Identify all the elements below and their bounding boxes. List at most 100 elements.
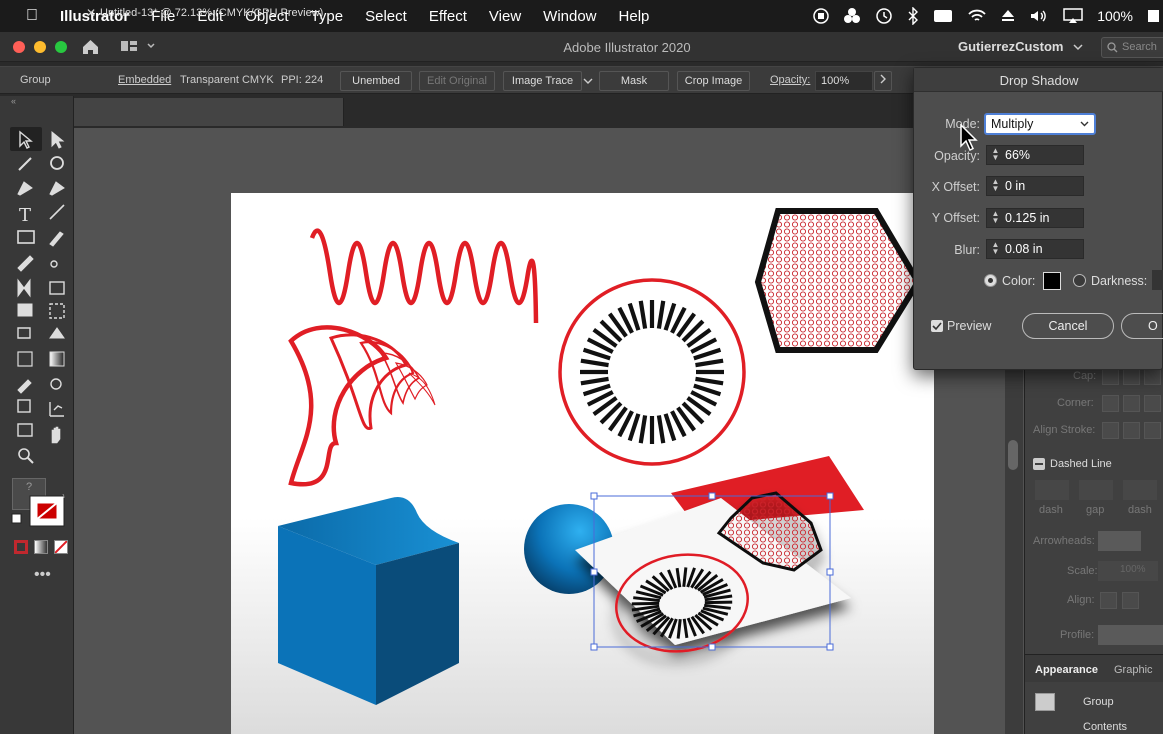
gap-field-1[interactable] bbox=[1079, 480, 1113, 500]
document-tab-bar bbox=[74, 98, 344, 126]
menu-window[interactable]: Window bbox=[543, 8, 596, 25]
tick-mark bbox=[627, 302, 641, 331]
x-offset-field[interactable]: ▲ ▼ 0 in bbox=[986, 176, 1084, 196]
width-tool-icon bbox=[17, 303, 33, 317]
y-offset-stepper-icon[interactable]: ▲ ▼ bbox=[991, 210, 1000, 225]
ok-button[interactable]: O bbox=[1121, 313, 1163, 339]
align-stroke-label: Align Stroke: bbox=[1033, 424, 1096, 436]
opacity-field[interactable]: ▲ ▼ 66% bbox=[986, 145, 1084, 165]
image-trace-chevron-icon[interactable] bbox=[583, 78, 593, 85]
close-tab-icon[interactable]: ✕ bbox=[86, 6, 96, 20]
preview-checkbox[interactable] bbox=[931, 320, 943, 332]
menu-select[interactable]: Select bbox=[365, 8, 407, 25]
chevron-down-icon bbox=[1073, 44, 1083, 51]
edit-original-button[interactable]: Edit Original bbox=[419, 71, 495, 91]
blur-field[interactable]: ▲ ▼ 0.08 in bbox=[986, 239, 1084, 259]
color-radio-label: Color: bbox=[1002, 274, 1036, 288]
tick-mark bbox=[693, 347, 722, 361]
wifi-icon[interactable] bbox=[967, 8, 987, 24]
apple-icon[interactable]:  bbox=[26, 7, 38, 25]
time-machine-icon[interactable] bbox=[875, 7, 893, 25]
shadow-color-swatch[interactable] bbox=[1043, 272, 1061, 290]
bluetooth-icon[interactable] bbox=[907, 7, 919, 25]
target-shape bbox=[558, 278, 746, 466]
menu-effect[interactable]: Effect bbox=[429, 8, 467, 25]
appearance-item-contents[interactable]: Contents bbox=[1083, 721, 1127, 733]
volume-icon[interactable] bbox=[1029, 8, 1049, 24]
x-offset-stepper-icon[interactable]: ▲ ▼ bbox=[991, 178, 1000, 193]
mask-button[interactable]: Mask bbox=[599, 71, 669, 91]
document-tab[interactable]: Untitled-13* @ 72.13% (CMYK/GPU Preview) bbox=[100, 7, 323, 19]
image-trace-button[interactable]: Image Trace bbox=[503, 71, 582, 91]
dashed-line-checkbox[interactable] bbox=[1033, 458, 1045, 470]
tick-mark bbox=[663, 413, 677, 442]
align-inside-button[interactable] bbox=[1123, 422, 1140, 439]
fan-icon[interactable] bbox=[843, 7, 861, 25]
tab-graphic-styles[interactable]: Graphic bbox=[1114, 664, 1153, 676]
align-center-button[interactable] bbox=[1102, 422, 1119, 439]
airplay-icon[interactable] bbox=[1063, 8, 1083, 24]
record-icon[interactable] bbox=[813, 8, 829, 24]
artwork bbox=[278, 208, 922, 705]
tab-appearance[interactable]: Appearance bbox=[1035, 664, 1098, 676]
tick-mark bbox=[627, 413, 641, 442]
crop-image-button[interactable]: Crop Image bbox=[677, 71, 750, 91]
dash-field-1[interactable] bbox=[1035, 480, 1069, 500]
battery-icon[interactable] bbox=[1147, 9, 1159, 23]
opacity-field[interactable]: 100% bbox=[815, 71, 873, 91]
keyboard-icon[interactable] bbox=[933, 8, 953, 24]
tick-mark bbox=[663, 302, 677, 331]
opacity-expand-button[interactable] bbox=[874, 71, 892, 91]
round-cap-button[interactable] bbox=[1123, 368, 1140, 385]
mode-select[interactable]: Multiply bbox=[984, 113, 1096, 135]
y-offset-field[interactable]: ▲ ▼ 0.125 in bbox=[986, 208, 1084, 228]
opacity-label[interactable]: Opacity: bbox=[770, 74, 810, 86]
reflect-tool-icon bbox=[17, 278, 31, 298]
darkness-field[interactable] bbox=[1152, 270, 1163, 290]
dash-field-2[interactable] bbox=[1123, 480, 1157, 500]
menu-view[interactable]: View bbox=[489, 8, 521, 25]
butt-cap-button[interactable] bbox=[1102, 368, 1119, 385]
panel-scrollbar-thumb[interactable] bbox=[1008, 440, 1018, 470]
cancel-button[interactable]: Cancel bbox=[1022, 313, 1114, 339]
embedded-link[interactable]: Embedded bbox=[118, 74, 171, 86]
search-field[interactable]: Search bbox=[1101, 37, 1163, 58]
search-icon bbox=[1107, 42, 1118, 53]
mode-select-value: Multiply bbox=[991, 117, 1034, 131]
artboard[interactable] bbox=[231, 193, 934, 734]
tick-mark bbox=[693, 383, 722, 397]
projecting-cap-button[interactable] bbox=[1144, 368, 1161, 385]
menu-help[interactable]: Help bbox=[619, 8, 650, 25]
gradient-mode-button[interactable] bbox=[34, 540, 48, 554]
blur-stepper-icon[interactable]: ▲ ▼ bbox=[991, 241, 1000, 256]
checkmark-icon bbox=[932, 322, 942, 331]
color-mode-button[interactable] bbox=[14, 540, 28, 554]
round-join-button[interactable] bbox=[1123, 395, 1140, 412]
eyedropper-tool-icon bbox=[17, 379, 32, 394]
scale-field[interactable]: 100% bbox=[1098, 561, 1158, 581]
arrow-align-tip-button[interactable] bbox=[1100, 592, 1117, 609]
opacity-stepper-icon[interactable]: ▲ ▼ bbox=[991, 147, 1000, 162]
profile-select[interactable] bbox=[1098, 625, 1163, 645]
scissors-tool-icon bbox=[50, 260, 58, 268]
eject-icon[interactable] bbox=[1001, 8, 1015, 24]
x-offset-label: X Offset: bbox=[931, 180, 980, 194]
column-graph-tool-icon bbox=[49, 402, 64, 417]
color-radio[interactable] bbox=[984, 274, 997, 287]
edit-toolbar-icon[interactable]: ••• bbox=[34, 566, 51, 584]
arrow-align-end-button[interactable] bbox=[1122, 592, 1139, 609]
workspace-switcher[interactable]: GutierrezCustom bbox=[944, 37, 1092, 58]
fill-stroke-icon[interactable] bbox=[10, 494, 70, 530]
unembed-button[interactable]: Unembed bbox=[340, 71, 412, 91]
bevel-join-button[interactable] bbox=[1144, 395, 1161, 412]
none-mode-button[interactable] bbox=[54, 540, 68, 554]
miter-join-button[interactable] bbox=[1102, 395, 1119, 412]
arrowhead-start-select[interactable] bbox=[1098, 531, 1141, 551]
search-placeholder: Search bbox=[1122, 41, 1157, 53]
scale-tool-icon bbox=[49, 281, 65, 295]
align-outside-button[interactable] bbox=[1144, 422, 1161, 439]
collapse-toolbar-icon[interactable]: « bbox=[0, 96, 74, 108]
darkness-radio[interactable] bbox=[1073, 274, 1086, 287]
selection-type: Group bbox=[20, 74, 51, 86]
properties-panel: Cap: Corner: Align Stroke: Dashed Line d… bbox=[1024, 366, 1163, 734]
